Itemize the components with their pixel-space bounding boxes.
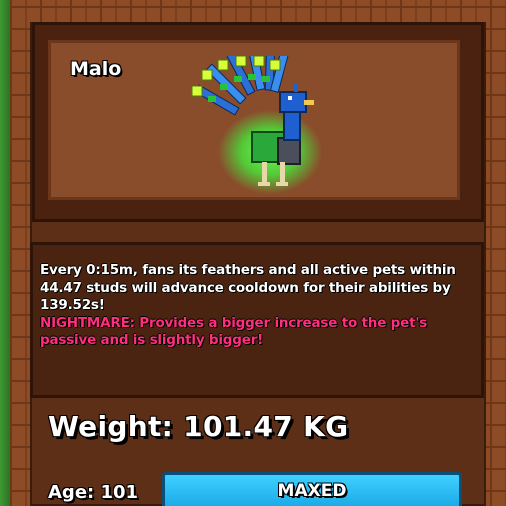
description-line: 139.52s! (40, 297, 105, 313)
pet-name: Malo (70, 58, 122, 80)
description-line: Every 0:15m, fans its feathers and all a… (40, 262, 456, 278)
maxed-button[interactable]: MAXED (162, 472, 462, 506)
peacock-pet-icon (191, 56, 322, 194)
maxed-button-label: MAXED (277, 481, 347, 501)
nightmare-label: NIGHTMARE: (40, 314, 135, 331)
weight-stat: Weight: 101.47 KG (48, 410, 349, 443)
description-line: 44.47 studs will advance cooldown for th… (40, 279, 451, 296)
pet-description: Every 0:15m, fans its feathers and all a… (40, 262, 480, 350)
nightmare-text: Provides a bigger increase to the pet's (134, 314, 428, 331)
pet-info-screen: Malo Every 0:15m, fans its feathers and … (0, 0, 506, 506)
nightmare-description: NIGHTMARE: Provides a bigger increase to… (40, 315, 480, 333)
nightmare-description-line: passive and is slightly bigger! (40, 332, 264, 348)
age-stat: Age: 101 (48, 482, 139, 503)
